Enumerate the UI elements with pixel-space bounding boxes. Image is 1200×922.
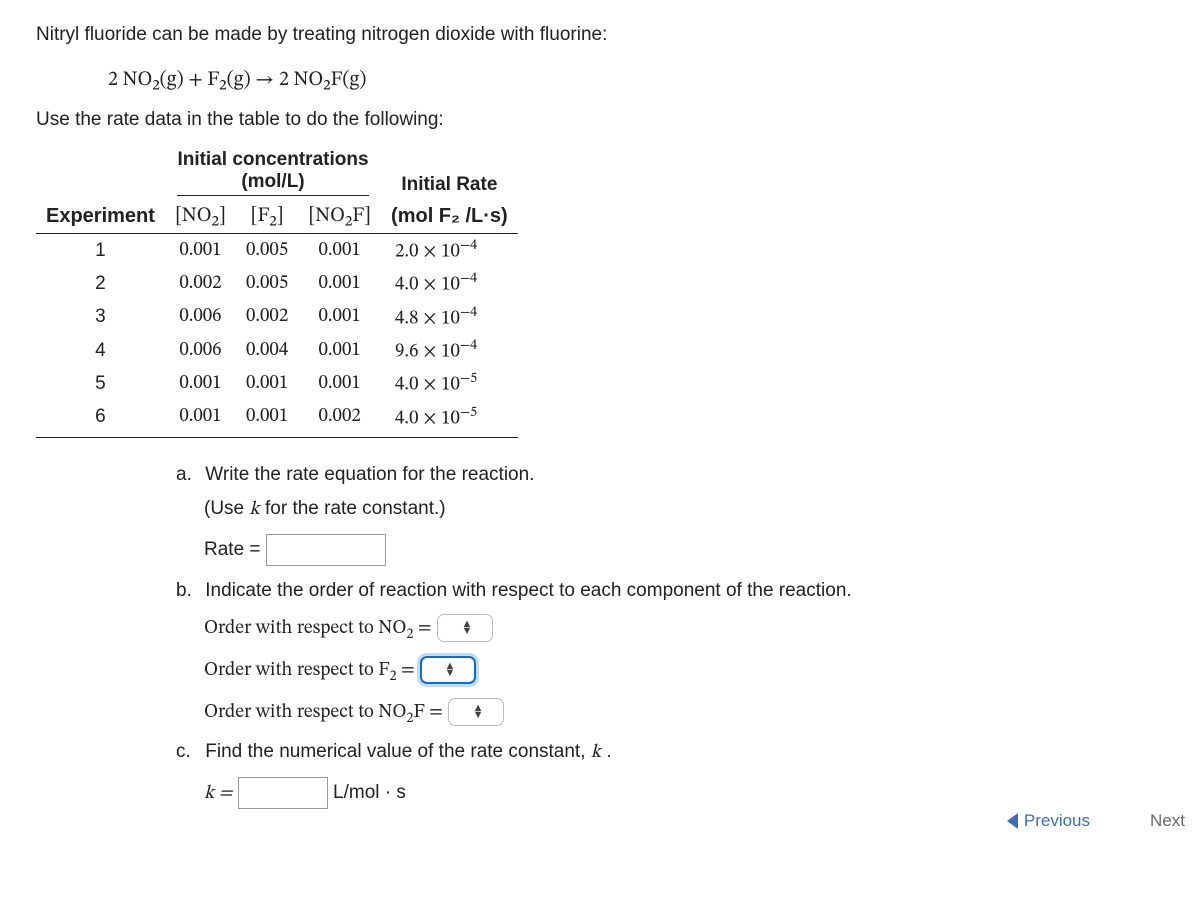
col-experiment: Experiment (36, 200, 165, 234)
k-unit: L/mol · s (333, 782, 406, 803)
part-c-text: Find the numerical value of the rate con… (205, 741, 611, 762)
part-a-hint: (Use k for the rate constant.) (204, 498, 446, 519)
order-no2f-label: Order with respect to NO2F = (204, 703, 443, 722)
part-a-label: a. (176, 464, 200, 486)
col-f2: [F₂] (236, 200, 298, 234)
table-row: 20.0020.0050.0014.0 × 10−4 (36, 267, 518, 300)
table-row: 60.0010.0010.0024.0 × 10−5 (36, 401, 518, 438)
table-body: 10.0010.0050.0012.0 × 10−420.0020.0050.0… (36, 234, 518, 438)
order-f2-stepper[interactable]: ▲▼ (420, 656, 476, 684)
intro-text: Nitryl fluoride can be made by treating … (36, 24, 1164, 46)
part-c: c. Find the numerical value of the rate … (176, 741, 986, 809)
k-prefix: k = (204, 784, 232, 803)
part-a: a. Write the rate equation for the react… (176, 464, 986, 566)
order-no2f-stepper[interactable]: ▲▼ (448, 698, 504, 726)
order-f2-label: Order with respect to F2 = (204, 661, 415, 680)
part-b: b. Indicate the order of reaction with r… (176, 580, 986, 727)
table-row: 50.0010.0010.0014.0 × 10−5 (36, 367, 518, 400)
order-no2-label: Order with respect to NO2 = (204, 619, 432, 638)
col-no2: [NO₂] (165, 200, 236, 234)
part-b-text: Indicate the order of reaction with resp… (205, 580, 851, 601)
part-a-text: Write the rate equation for the reaction… (205, 464, 534, 485)
table-row: 30.0060.0020.0014.8 × 10−4 (36, 301, 518, 334)
order-no2-stepper[interactable]: ▲▼ (437, 614, 493, 642)
group-header-bottom: (mol/L) (177, 171, 368, 196)
part-c-label: c. (176, 741, 200, 763)
rate-header: Initial Rate (381, 145, 518, 200)
chevron-down-icon: ▼ (473, 712, 484, 719)
col-rate: (mol F₂ /L·s) (381, 200, 518, 234)
rate-equation-input[interactable] (266, 534, 386, 566)
chevron-down-icon: ▼ (445, 670, 456, 677)
table-row: 40.0060.0040.0019.6 × 10−4 (36, 334, 518, 367)
reaction-equation: 2 NO₂(g) + F₂(g) → 2 NO₂F(g) (36, 60, 1164, 109)
instruction-text: Use the rate data in the table to do the… (36, 109, 1164, 131)
next-button[interactable]: Next (1140, 805, 1200, 837)
rate-constant-input[interactable] (238, 777, 328, 809)
part-b-label: b. (176, 580, 200, 602)
rate-data-table: Initial concentrations (mol/L) Initial R… (36, 145, 518, 438)
table-row: 10.0010.0050.0012.0 × 10−4 (36, 234, 518, 268)
group-header-top: Initial concentrations (177, 149, 368, 171)
chevron-down-icon: ▼ (461, 628, 472, 635)
previous-button[interactable]: Previous (997, 805, 1100, 837)
col-no2f: [NO₂F] (298, 200, 381, 234)
rate-prefix: Rate = (204, 539, 261, 560)
